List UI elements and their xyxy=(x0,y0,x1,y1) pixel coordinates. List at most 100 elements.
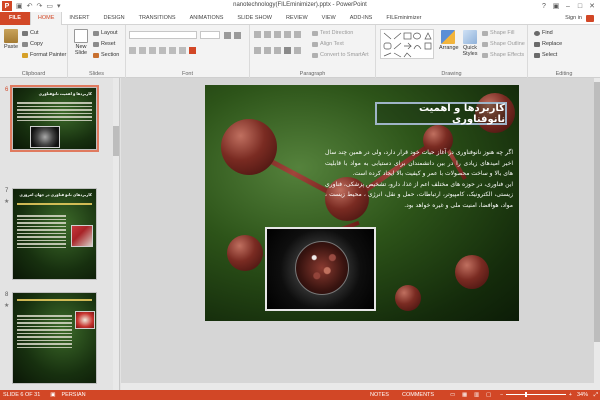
format-painter-button[interactable]: Format Painter xyxy=(22,52,66,58)
slide-sorter-icon[interactable]: ▦ xyxy=(462,392,467,398)
editor-vertical-scrollbar[interactable] xyxy=(594,78,600,390)
tab-file[interactable]: FILE xyxy=(0,11,30,25)
align-text-button[interactable]: Align Text xyxy=(312,41,344,47)
change-case-icon[interactable] xyxy=(179,47,186,54)
start-slideshow-icon[interactable]: ▭ xyxy=(46,2,53,10)
slide-thumbnail[interactable]: کاربردها و اهمیت نانوفناوری xyxy=(10,85,99,152)
slideshow-view-icon[interactable]: ▢ xyxy=(486,392,491,398)
font-color-icon[interactable] xyxy=(189,47,196,54)
new-slide-button[interactable]: New Slide xyxy=(71,29,91,56)
slide-body-text[interactable]: اگر چه هنوز نانوفناوری در آغاز حیات خود … xyxy=(325,148,513,211)
current-slide[interactable]: کاربردها و اهمیت نانوفناوری اگر چه هنوز … xyxy=(205,85,519,321)
zoom-out-icon[interactable]: − xyxy=(500,392,503,398)
ribbon-display-icon[interactable]: ▣ xyxy=(550,2,562,10)
thumbnail-scrollbar[interactable] xyxy=(113,78,119,390)
increase-indent-icon[interactable] xyxy=(284,31,291,38)
customize-toolbar-icon[interactable]: ▾ xyxy=(57,2,61,10)
reading-view-icon[interactable]: ▥ xyxy=(474,392,479,398)
tab-insert[interactable]: INSERT xyxy=(62,12,96,25)
notes-button[interactable]: NOTES xyxy=(370,392,389,398)
language-indicator[interactable]: PERSIAN xyxy=(62,392,86,398)
redo-icon[interactable]: ↷ xyxy=(37,2,43,10)
decrease-font-icon[interactable] xyxy=(234,32,241,39)
undo-icon[interactable]: ↶ xyxy=(27,2,33,10)
slide-title: کاربردها و اهمیت نانوفناوری xyxy=(418,102,505,125)
fullerene-image[interactable] xyxy=(265,227,376,311)
zoom-in-icon[interactable]: + xyxy=(569,392,572,398)
character-spacing-icon[interactable] xyxy=(169,47,176,54)
shape-fill-button[interactable]: Shape Fill xyxy=(482,30,514,36)
font-label: Font xyxy=(181,71,193,77)
scrollbar-thumb[interactable] xyxy=(594,82,600,342)
strikethrough-icon[interactable] xyxy=(159,47,166,54)
tab-transitions[interactable]: TRANSITIONS xyxy=(132,12,183,25)
numbering-icon[interactable] xyxy=(264,31,271,38)
arrange-button[interactable]: Arrange xyxy=(439,30,459,51)
align-text-icon xyxy=(312,41,318,47)
maximize-icon[interactable]: □ xyxy=(574,3,586,10)
italic-icon[interactable] xyxy=(139,47,146,54)
animation-star-icon: ★ xyxy=(4,199,10,205)
save-icon[interactable]: ▣ xyxy=(16,2,23,10)
scrollbar-thumb[interactable] xyxy=(113,126,119,156)
section-button[interactable]: Section xyxy=(93,52,119,58)
help-icon[interactable]: ? xyxy=(538,3,550,10)
select-button[interactable]: Select xyxy=(534,52,557,58)
effects-icon xyxy=(482,52,488,58)
align-right-icon[interactable] xyxy=(274,47,281,54)
line-spacing-icon[interactable] xyxy=(294,31,301,38)
font-name-field[interactable] xyxy=(129,31,197,39)
underline-icon[interactable] xyxy=(149,47,156,54)
shape-effects-button[interactable]: Shape Effects xyxy=(482,52,524,58)
cut-button[interactable]: Cut xyxy=(22,30,39,36)
tab-design[interactable]: DESIGN xyxy=(97,12,132,25)
copy-button[interactable]: Copy xyxy=(22,41,43,47)
tab-add-ins[interactable]: ADD-INS xyxy=(343,12,380,25)
justify-icon[interactable] xyxy=(284,47,291,54)
layout-icon xyxy=(93,30,99,36)
align-left-icon[interactable] xyxy=(254,47,261,54)
columns-icon[interactable] xyxy=(294,47,301,54)
reset-button[interactable]: Reset xyxy=(93,41,115,47)
tab-slide-show[interactable]: SLIDE SHOW xyxy=(230,12,279,25)
close-icon[interactable]: ✕ xyxy=(586,2,598,10)
increase-font-icon[interactable] xyxy=(224,32,231,39)
replace-button[interactable]: Replace xyxy=(534,41,562,47)
bold-icon[interactable] xyxy=(129,47,136,54)
editor-horizontal-scrollbar[interactable] xyxy=(121,383,594,390)
shapes-gallery[interactable] xyxy=(380,29,434,59)
spellcheck-icon[interactable]: ▣ xyxy=(50,392,55,398)
comments-button[interactable]: COMMENTS xyxy=(402,392,434,398)
minimize-icon[interactable]: – xyxy=(562,3,574,10)
tab-home[interactable]: HOME xyxy=(29,11,63,25)
decrease-indent-icon[interactable] xyxy=(274,31,281,38)
tab-fileminimizer[interactable]: FILEminimizer xyxy=(379,12,428,25)
window-title: nanotechnology(FILEminimizer).pptx - Pow… xyxy=(233,2,367,8)
bullets-icon[interactable] xyxy=(254,31,261,38)
align-center-icon[interactable] xyxy=(264,47,271,54)
thumbnail-title: کاربردهای نانو فناوری در جهان امروزی xyxy=(19,193,92,197)
normal-view-icon[interactable]: ▭ xyxy=(450,392,455,398)
paintbrush-icon xyxy=(22,52,28,58)
account-icon[interactable] xyxy=(586,15,594,22)
layout-button[interactable]: Layout xyxy=(93,30,118,36)
slides-label: Slides xyxy=(89,71,104,77)
zoom-level[interactable]: 34% xyxy=(577,392,588,398)
convert-smartart-button[interactable]: Convert to SmartArt xyxy=(312,52,369,58)
find-button[interactable]: Find xyxy=(534,30,553,36)
zoom-slider[interactable] xyxy=(506,392,566,397)
tab-animations[interactable]: ANIMATIONS xyxy=(183,12,231,25)
fit-slide-icon[interactable]: ⤢ xyxy=(594,392,598,399)
zoom-slider-knob[interactable] xyxy=(525,392,528,397)
slide-thumbnail[interactable] xyxy=(12,292,97,384)
quick-styles-button[interactable]: Quick Styles xyxy=(460,30,480,57)
tab-review[interactable]: REVIEW xyxy=(279,12,315,25)
tab-view[interactable]: VIEW xyxy=(315,12,343,25)
paste-button[interactable]: Paste xyxy=(3,29,19,50)
slide-title-box[interactable]: کاربردها و اهمیت نانوفناوری xyxy=(375,102,507,125)
slide-thumbnail[interactable]: کاربردهای نانو فناوری در جهان امروزی xyxy=(12,188,97,280)
text-direction-button[interactable]: Text Direction xyxy=(312,30,353,36)
shape-outline-button[interactable]: Shape Outline xyxy=(482,41,525,47)
font-size-field[interactable] xyxy=(200,31,220,39)
sign-in-link[interactable]: Sign in xyxy=(565,12,582,25)
